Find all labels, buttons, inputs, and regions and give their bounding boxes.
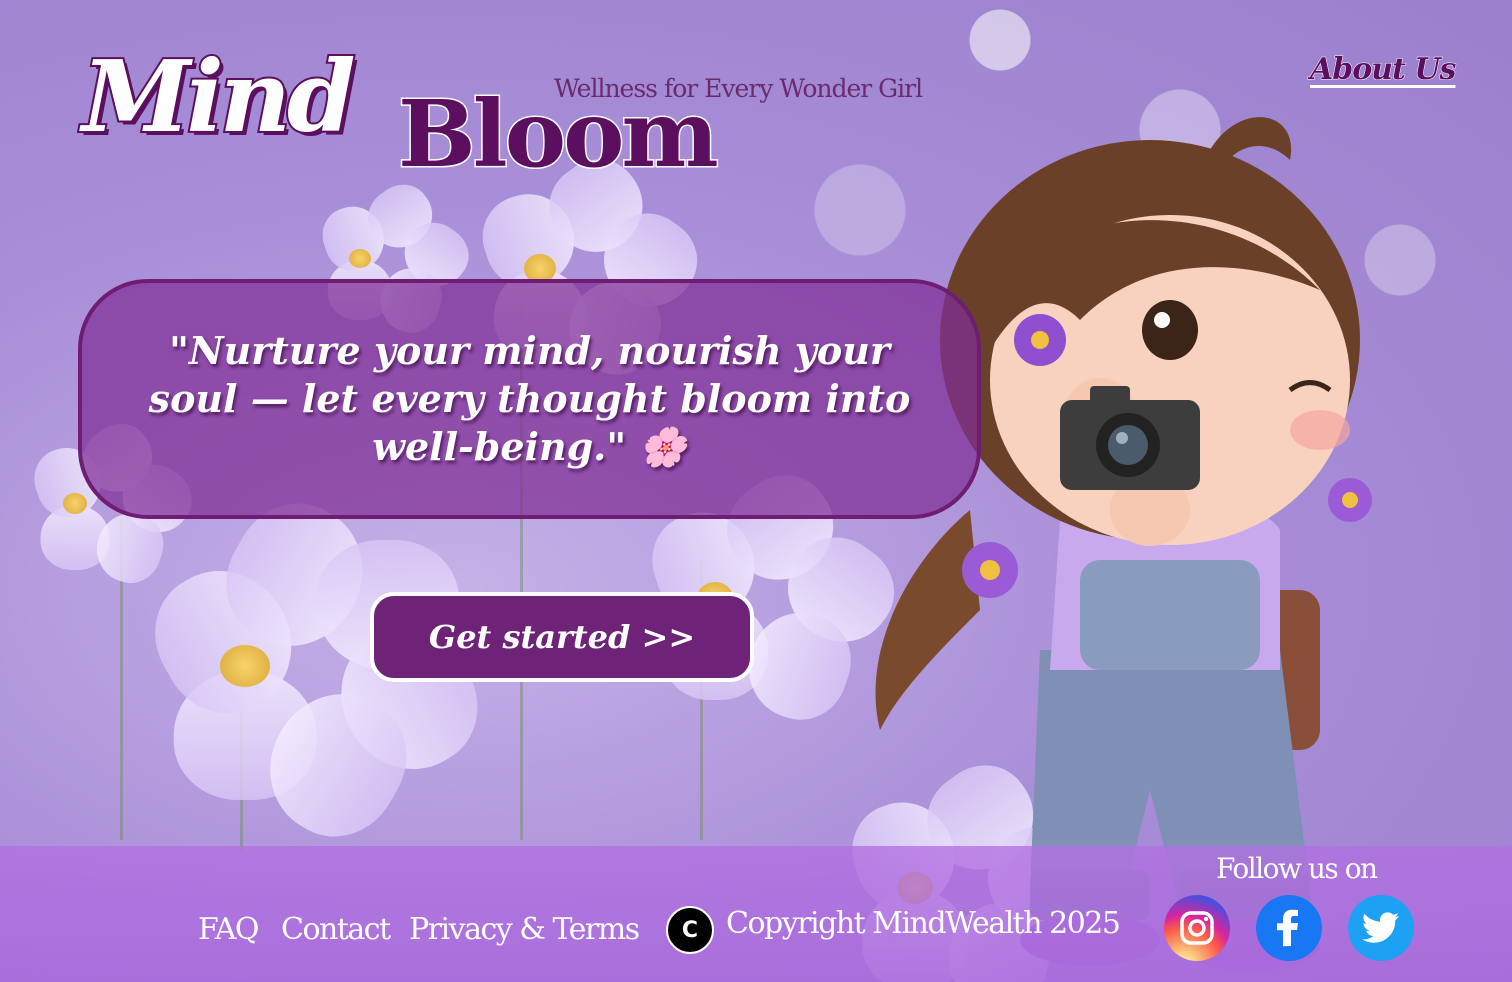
- logo-mind: Mind: [80, 38, 357, 157]
- footer-link-faq[interactable]: FAQ: [198, 912, 259, 947]
- copyright-text: Copyright MindWealth 2025: [726, 906, 1121, 941]
- instagram-icon[interactable]: [1164, 895, 1230, 961]
- follow-us-label: Follow us on: [1216, 852, 1378, 885]
- footer-link-contact[interactable]: Contact: [281, 912, 391, 947]
- quote-text: "Nurture your mind, nourish your soul — …: [148, 328, 911, 469]
- copyright-icon: C: [666, 906, 714, 954]
- facebook-icon[interactable]: [1256, 895, 1322, 961]
- about-us-link[interactable]: About Us: [1309, 52, 1456, 88]
- girl-with-camera-illustration: [875, 117, 1372, 970]
- twitter-icon[interactable]: [1348, 895, 1414, 961]
- quote-box: "Nurture your mind, nourish your soul — …: [78, 279, 981, 519]
- get-started-button[interactable]: Get started >>: [370, 592, 754, 682]
- footer-link-privacy-terms[interactable]: Privacy & Terms: [409, 912, 640, 947]
